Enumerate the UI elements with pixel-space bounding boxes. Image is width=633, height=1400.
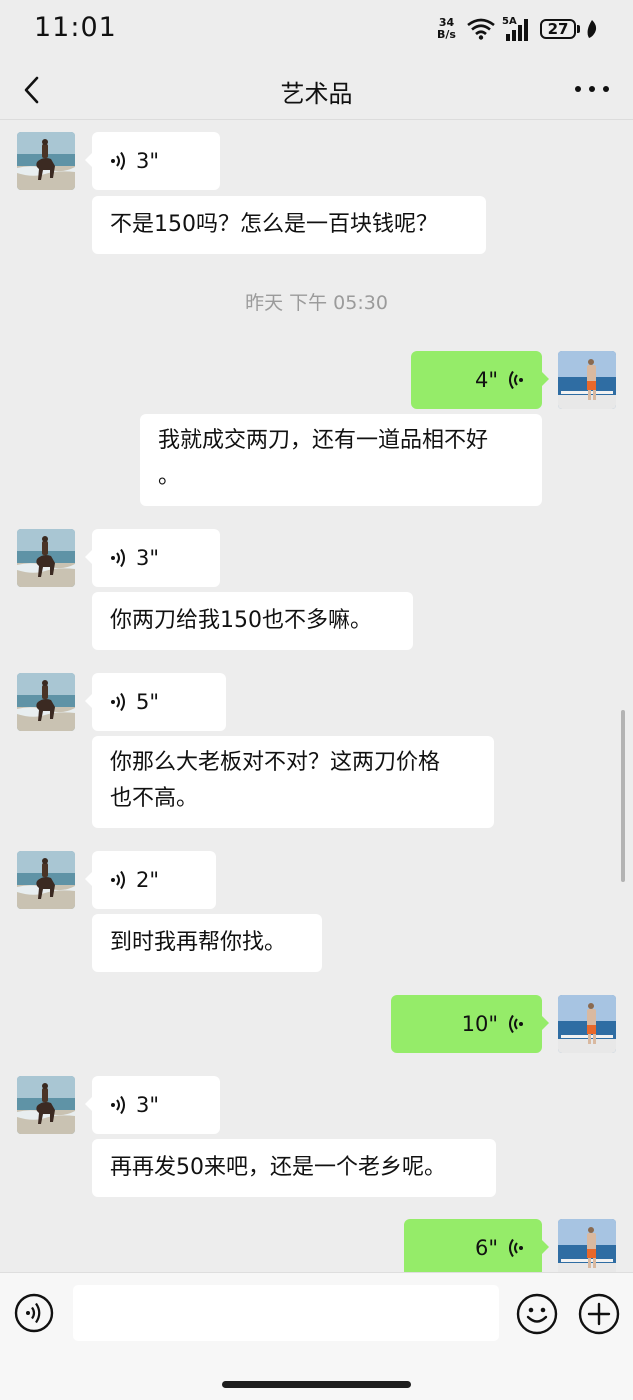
text-message-in[interactable]: 你两刀给我150也不多嘛。 bbox=[92, 592, 413, 650]
voice-message-in[interactable]: 3" bbox=[85, 132, 220, 190]
message-text: 再再发50来吧，还是一个老乡呢。 bbox=[110, 1155, 446, 1180]
network-speed: 34 B/s bbox=[437, 17, 456, 41]
voice-duration: 3" bbox=[136, 149, 160, 173]
sea-deck-image bbox=[558, 351, 616, 409]
wifi-icon bbox=[467, 18, 495, 40]
message-text-line: 。 bbox=[158, 464, 181, 489]
voice-duration: 3" bbox=[136, 546, 160, 570]
home-indicator[interactable] bbox=[222, 1381, 411, 1388]
emoji-icon[interactable] bbox=[516, 1293, 558, 1335]
voice-message-in[interactable]: 5" bbox=[85, 673, 226, 731]
text-message-in[interactable]: 你那么大老板对不对？这两刀价格 也不高。 bbox=[92, 736, 494, 828]
battery-tip bbox=[577, 25, 580, 33]
horse-rider-image bbox=[17, 851, 75, 909]
network-speed-unit: B/s bbox=[437, 28, 456, 41]
my-avatar[interactable] bbox=[558, 351, 616, 409]
message-timestamp: 昨天 下午 05:30 bbox=[245, 292, 388, 314]
my-avatar[interactable] bbox=[558, 1219, 616, 1272]
sea-deck-image bbox=[558, 1219, 616, 1272]
voice-message-out[interactable]: 10" bbox=[391, 995, 549, 1053]
chat-title: 艺术品 bbox=[280, 80, 353, 108]
message-text-line: 我就成交两刀，还有一道品相不好 bbox=[158, 428, 489, 453]
power-saving-leaf-icon bbox=[587, 20, 597, 38]
voice-duration: 6" bbox=[474, 1236, 498, 1260]
horse-rider-image bbox=[17, 1076, 75, 1134]
voice-wave-icon bbox=[110, 548, 128, 568]
sea-deck-image bbox=[558, 995, 616, 1053]
text-message-in[interactable]: 不是150吗？怎么是一百块钱呢？ bbox=[92, 196, 486, 254]
contact-avatar[interactable] bbox=[17, 1076, 75, 1134]
voice-message-out[interactable]: 6" bbox=[404, 1219, 549, 1272]
message-text-line: 也不高。 bbox=[110, 786, 199, 811]
message-text: 到时我再帮你找。 bbox=[110, 930, 287, 955]
voice-message-in[interactable]: 3" bbox=[85, 1076, 220, 1134]
chat-message-list[interactable]: 3" 不是150吗？怎么是一百块钱呢？ 昨天 下午 05:30 4" 我就成交两… bbox=[0, 120, 633, 1272]
voice-message-in[interactable]: 3" bbox=[85, 529, 220, 587]
ellipsis-icon[interactable] bbox=[575, 74, 609, 104]
text-message-in[interactable]: 再再发50来吧，还是一个老乡呢。 bbox=[92, 1139, 496, 1197]
contact-avatar[interactable] bbox=[17, 529, 75, 587]
contact-avatar[interactable] bbox=[17, 851, 75, 909]
voice-wave-icon bbox=[506, 370, 524, 390]
voice-wave-icon bbox=[506, 1014, 524, 1034]
chat-scrollbar[interactable] bbox=[621, 710, 625, 882]
voice-wave-icon bbox=[110, 870, 128, 890]
dot bbox=[589, 86, 595, 92]
voice-duration: 2" bbox=[136, 868, 160, 892]
voice-mode-icon[interactable] bbox=[14, 1293, 54, 1333]
voice-wave-icon bbox=[506, 1238, 524, 1258]
status-time: 11:01 bbox=[34, 12, 117, 43]
horse-rider-image bbox=[17, 132, 75, 190]
voice-message-out[interactable]: 4" bbox=[411, 351, 549, 409]
voice-duration: 4" bbox=[474, 368, 498, 392]
battery-icon: 27 bbox=[540, 19, 576, 39]
voice-message-in[interactable]: 2" bbox=[85, 851, 216, 909]
contact-avatar[interactable] bbox=[17, 132, 75, 190]
horse-rider-image bbox=[17, 529, 75, 587]
voice-wave-icon bbox=[110, 151, 128, 171]
plus-icon[interactable] bbox=[578, 1293, 620, 1335]
message-text: 你两刀给我150也不多嘛。 bbox=[110, 608, 372, 633]
my-avatar[interactable] bbox=[558, 995, 616, 1053]
voice-duration: 3" bbox=[136, 1093, 160, 1117]
text-message-in[interactable]: 到时我再帮你找。 bbox=[92, 914, 322, 972]
text-message-out[interactable]: 我就成交两刀，还有一道品相不好 。 bbox=[140, 414, 542, 506]
voice-duration: 10" bbox=[461, 1012, 498, 1036]
message-text: 不是150吗？怎么是一百块钱呢？ bbox=[110, 212, 438, 237]
dot bbox=[603, 86, 609, 92]
contact-avatar[interactable] bbox=[17, 673, 75, 731]
voice-duration: 5" bbox=[136, 690, 160, 714]
message-text-line: 你那么大老板对不对？这两刀价格 bbox=[110, 750, 441, 775]
message-input[interactable] bbox=[73, 1285, 499, 1341]
voice-wave-icon bbox=[110, 692, 128, 712]
voice-wave-icon bbox=[110, 1095, 128, 1115]
chat-header: 艺术品 bbox=[0, 60, 633, 120]
signal-icon bbox=[506, 19, 528, 41]
horse-rider-image bbox=[17, 673, 75, 731]
status-bar: 11:01 34 B/s 5A 27 bbox=[0, 0, 633, 60]
dot bbox=[575, 86, 581, 92]
